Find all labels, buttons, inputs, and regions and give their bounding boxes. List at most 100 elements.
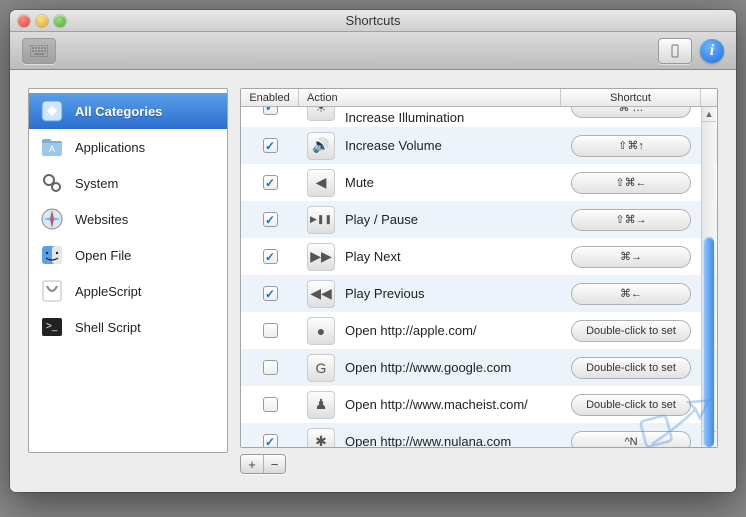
- vertical-scrollbar[interactable]: ▲ ▼: [701, 107, 716, 446]
- sidebar-item-applescript[interactable]: AppleScript: [29, 273, 227, 309]
- action-label: Play / Pause: [345, 212, 418, 227]
- scroll-up-arrow-icon[interactable]: ▲: [702, 107, 716, 122]
- traffic-lights: [18, 15, 66, 27]
- action-label: Increase Illumination: [345, 110, 464, 125]
- remove-button[interactable]: −: [263, 455, 285, 473]
- mute-icon: ◀: [307, 169, 335, 197]
- table-row[interactable]: ▶❚❚ Play / Pause ⇧⌘→: [241, 201, 717, 238]
- shortcut-field[interactable]: ⇧⌘↑: [571, 135, 691, 157]
- shortcuts-table: Enabled Action Shortcut ☀ Increase Illumi…: [240, 88, 718, 448]
- keyboard-icon: [30, 45, 48, 57]
- terminal-icon: >_: [39, 314, 65, 340]
- apple-icon: ●: [307, 317, 335, 345]
- sidebar-item-system[interactable]: System: [29, 165, 227, 201]
- sidebar-item-label: Shell Script: [75, 320, 141, 335]
- enabled-checkbox[interactable]: [263, 434, 278, 447]
- table-row[interactable]: ● Open http://apple.com/Double-click to s…: [241, 312, 717, 349]
- header-shortcut[interactable]: Shortcut: [561, 89, 701, 106]
- categories-icon: [39, 98, 65, 124]
- keyboard-view-button[interactable]: [22, 38, 56, 64]
- table-row[interactable]: G Open http://www.google.com Double-click …: [241, 349, 717, 386]
- main-panel: Enabled Action Shortcut ☀ Increase Illumi…: [240, 88, 718, 474]
- svg-text:A: A: [49, 144, 55, 154]
- minimize-icon[interactable]: [36, 15, 48, 27]
- content-area: All Categories A Applications System Website…: [10, 70, 736, 492]
- shortcut-field[interactable]: ⌘ …: [571, 107, 691, 118]
- action-label: Open http://www.google.com: [345, 360, 511, 375]
- table-row[interactable]: ♟ Open http://www.macheist.com/Double-cli…: [241, 386, 717, 423]
- sidebar-item-label: Open File: [75, 248, 131, 263]
- shortcut-field[interactable]: ⌘←: [571, 283, 691, 305]
- shortcut-field[interactable]: Double-click to set: [571, 320, 691, 342]
- play-next-icon: ▶▶: [307, 243, 335, 271]
- sidebar-item-label: System: [75, 176, 118, 191]
- folder-apps-icon: A: [39, 134, 65, 160]
- table-row[interactable]: ◀ Mute ⇧⌘←: [241, 164, 717, 201]
- brightness-up-icon: ☀: [307, 107, 335, 121]
- sidebar-item-label: Applications: [75, 140, 145, 155]
- window-title: Shortcuts: [10, 13, 736, 28]
- header-action[interactable]: Action: [299, 89, 561, 106]
- safari-icon: [39, 206, 65, 232]
- table-footer-buttons: + −: [240, 454, 718, 474]
- enabled-checkbox[interactable]: [263, 360, 278, 375]
- header-scroll-gutter: [701, 89, 717, 106]
- enabled-checkbox[interactable]: [263, 397, 278, 412]
- action-label: Open http://www.nulana.com: [345, 434, 511, 447]
- macheist-icon: ♟: [307, 391, 335, 419]
- applescript-icon: [39, 278, 65, 304]
- shortcut-field[interactable]: Double-click to set: [571, 357, 691, 379]
- enabled-checkbox[interactable]: [263, 138, 278, 153]
- preferences-window: Shortcuts i All Categories A Applications S…: [10, 10, 736, 492]
- table-row[interactable]: ◀◀ Play Previous ⌘←: [241, 275, 717, 312]
- enabled-checkbox[interactable]: [263, 107, 278, 115]
- sidebar-item-label: Websites: [75, 212, 128, 227]
- action-label: Play Previous: [345, 286, 424, 301]
- header-enabled[interactable]: Enabled: [241, 89, 299, 106]
- sidebar-item-open-file[interactable]: Open File: [29, 237, 227, 273]
- table-row[interactable]: 🔊Increase Volume⇧⌘↑: [241, 127, 717, 164]
- shortcut-field[interactable]: ⇧⌘←: [571, 172, 691, 194]
- toolbar: i: [10, 32, 736, 70]
- shortcut-field[interactable]: ⇧⌘→: [571, 209, 691, 231]
- gears-icon: [39, 170, 65, 196]
- sidebar-item-all-categories[interactable]: All Categories: [29, 93, 227, 129]
- finder-icon: [39, 242, 65, 268]
- enabled-checkbox[interactable]: [263, 286, 278, 301]
- table-row[interactable]: ▶▶ Play Next ⌘→: [241, 238, 717, 275]
- table-row[interactable]: ✱ Open http://www.nulana.com ^N: [241, 423, 717, 447]
- shortcut-field[interactable]: ⌘→: [571, 246, 691, 268]
- sidebar-item-label: All Categories: [75, 104, 162, 119]
- play-pause-icon: ▶❚❚: [307, 206, 335, 234]
- nulana-icon: ✱: [307, 428, 335, 448]
- play-previous-icon: ◀◀: [307, 280, 335, 308]
- table-body: ☀ Increase Illumination ⌘ … 🔊Increase Volum…: [241, 107, 717, 447]
- sidebar-item-applications[interactable]: A Applications: [29, 129, 227, 165]
- google-icon: G: [307, 354, 335, 382]
- sidebar: All Categories A Applications System Website…: [28, 88, 228, 453]
- sidebar-item-websites[interactable]: Websites: [29, 201, 227, 237]
- action-label: Play Next: [345, 249, 401, 264]
- table-header: Enabled Action Shortcut: [241, 89, 717, 107]
- table-row[interactable]: ☀ Increase Illumination ⌘ …: [241, 107, 717, 127]
- sidebar-item-label: AppleScript: [75, 284, 141, 299]
- action-label: Open http://apple.com/: [345, 323, 477, 338]
- info-icon: i: [710, 42, 714, 60]
- add-button[interactable]: +: [241, 455, 263, 473]
- enabled-checkbox[interactable]: [263, 323, 278, 338]
- enabled-checkbox[interactable]: [263, 175, 278, 190]
- action-label: Open http://www.macheist.com/: [345, 397, 528, 412]
- sidebar-item-shell-script[interactable]: >_ Shell Script: [29, 309, 227, 345]
- shortcut-field[interactable]: ^N: [571, 431, 691, 448]
- scroll-thumb[interactable]: [704, 237, 714, 447]
- enabled-checkbox[interactable]: [263, 212, 278, 227]
- shortcut-field[interactable]: Double-click to set: [571, 394, 691, 416]
- volume-up-icon: 🔊: [307, 132, 335, 160]
- titlebar[interactable]: Shortcuts: [10, 10, 736, 32]
- action-label: Mute: [345, 175, 374, 190]
- zoom-icon[interactable]: [54, 15, 66, 27]
- close-icon[interactable]: [18, 15, 30, 27]
- enabled-checkbox[interactable]: [263, 249, 278, 264]
- device-toggle-button[interactable]: [658, 38, 692, 64]
- info-button[interactable]: i: [700, 39, 724, 63]
